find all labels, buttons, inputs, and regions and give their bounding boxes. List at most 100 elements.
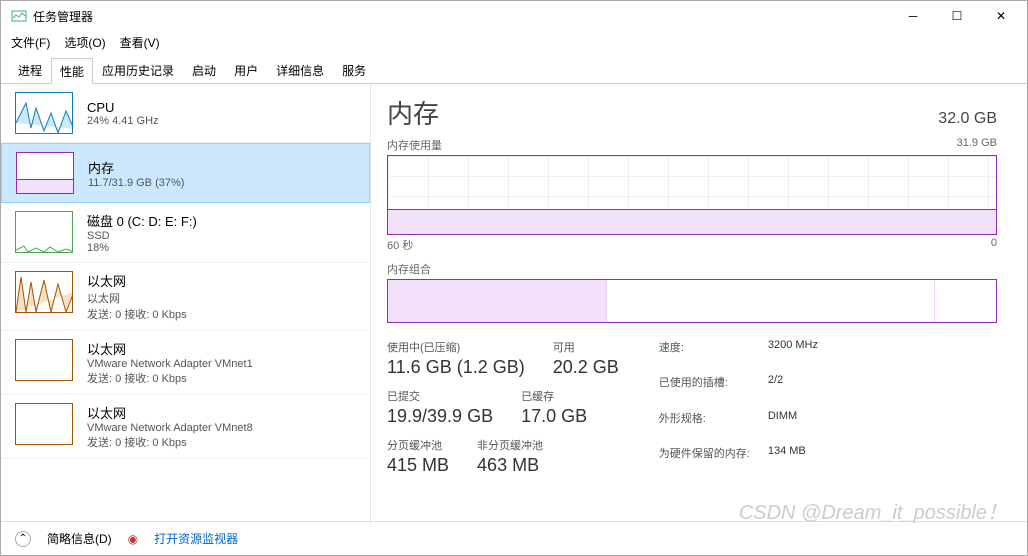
sidebar-item-label: 内存 — [88, 158, 184, 177]
sidebar[interactable]: CPU 24% 4.41 GHz 内存 11.7/31.9 GB (37%) 磁… — [1, 84, 371, 524]
reserved-label: 为硬件保留的内存: — [659, 445, 750, 476]
speed-label: 速度: — [659, 339, 750, 370]
tab-startup[interactable]: 启动 — [183, 57, 225, 83]
sidebar-item-label: CPU — [87, 100, 159, 115]
stats-left: 使用中(已压缩) 11.6 GB (1.2 GB) 可用 20.2 GB 已提交… — [387, 339, 619, 476]
tab-details[interactable]: 详细信息 — [267, 57, 333, 83]
sidebar-info: CPU 24% 4.41 GHz — [87, 92, 159, 134]
tab-performance[interactable]: 性能 — [51, 58, 93, 84]
x-left: 60 秒 — [387, 237, 413, 253]
close-button[interactable]: ✕ — [979, 1, 1023, 31]
nonpaged-label: 非分页缓冲池 — [477, 437, 543, 453]
avail-label: 可用 — [553, 339, 619, 355]
sidebar-item-sub: 以太网 — [87, 290, 187, 306]
sidebar-item-sub2: 18% — [87, 242, 197, 254]
nonpaged-value: 463 MB — [477, 455, 543, 476]
sidebar-info: 磁盘 0 (C: D: E: F:) SSD 18% — [87, 211, 197, 254]
cpu-thumb — [15, 92, 73, 134]
avail-value: 20.2 GB — [553, 357, 619, 378]
maximize-button[interactable]: ☐ — [935, 1, 979, 31]
window-controls: ─ ☐ ✕ — [891, 1, 1023, 31]
sidebar-item-ethernet-vmnet8[interactable]: 以太网 VMware Network Adapter VMnet8 发送: 0 … — [1, 395, 370, 459]
stats-area: 使用中(已压缩) 11.6 GB (1.2 GB) 可用 20.2 GB 已提交… — [387, 339, 997, 476]
eth-thumb — [15, 339, 73, 381]
detail-header: 内存 32.0 GB — [387, 94, 997, 131]
detail-title: 内存 — [387, 94, 439, 131]
monitor-icon: ◉ — [128, 532, 138, 546]
window-title: 任务管理器 — [33, 8, 891, 25]
chart-fill — [388, 209, 996, 234]
sidebar-item-label: 以太网 — [87, 339, 253, 358]
reserved-value: 134 MB — [768, 445, 818, 476]
sidebar-item-label: 以太网 — [87, 403, 253, 422]
sidebar-item-sub2: 发送: 0 接收: 0 Kbps — [87, 370, 253, 386]
chart-axis: 60 秒 0 — [387, 237, 997, 253]
paged-value: 415 MB — [387, 455, 449, 476]
usage-label: 内存使用量 — [387, 137, 442, 153]
sidebar-item-label: 以太网 — [87, 271, 187, 290]
chevron-icon[interactable]: ⌃ — [15, 531, 31, 547]
form-label: 外形规格: — [659, 410, 750, 441]
app-icon — [11, 8, 27, 24]
menu-options[interactable]: 选项(O) — [64, 34, 105, 51]
menu-view[interactable]: 查看(V) — [120, 34, 160, 51]
sidebar-item-sub: SSD — [87, 230, 197, 242]
sidebar-item-disk[interactable]: 磁盘 0 (C: D: E: F:) SSD 18% — [1, 203, 370, 263]
brief-info-link[interactable]: 简略信息(D) — [47, 530, 112, 547]
slots-value: 2/2 — [768, 374, 818, 405]
memory-usage-chart — [387, 155, 997, 235]
in-use-label: 使用中(已压缩) — [387, 339, 525, 355]
composition-label: 内存组合 — [387, 261, 431, 277]
detail-total: 32.0 GB — [938, 110, 997, 128]
sidebar-item-label: 磁盘 0 (C: D: E: F:) — [87, 211, 197, 230]
sidebar-item-ethernet[interactable]: 以太网 以太网 发送: 0 接收: 0 Kbps — [1, 263, 370, 331]
open-resource-monitor-link[interactable]: 打开资源监视器 — [154, 530, 238, 547]
content-area: CPU 24% 4.41 GHz 内存 11.7/31.9 GB (37%) 磁… — [1, 84, 1027, 524]
chart-top-labels: 内存使用量 31.9 GB — [387, 137, 997, 153]
memory-composition-chart — [387, 279, 997, 323]
disk-thumb — [15, 211, 73, 253]
sidebar-item-cpu[interactable]: CPU 24% 4.41 GHz — [1, 84, 370, 143]
eth-thumb — [15, 403, 73, 445]
comp-used — [388, 280, 607, 322]
stats-right: 速度: 3200 MHz 已使用的插槽: 2/2 外形规格: DIMM 为硬件保留的内… — [659, 339, 818, 476]
committed-value: 19.9/39.9 GB — [387, 406, 493, 427]
tab-processes[interactable]: 进程 — [9, 57, 51, 83]
bottombar: ⌃ 简略信息(D) ◉ 打开资源监视器 — [1, 521, 1027, 555]
sidebar-item-sub2: 发送: 0 接收: 0 Kbps — [87, 434, 253, 450]
detail-panel: 内存 32.0 GB 内存使用量 31.9 GB 60 秒 0 内存组合 — [371, 84, 1027, 524]
sidebar-item-sub: 24% 4.41 GHz — [87, 115, 159, 127]
sidebar-item-memory[interactable]: 内存 11.7/31.9 GB (37%) — [1, 143, 370, 203]
sidebar-item-sub: VMware Network Adapter VMnet8 — [87, 422, 253, 434]
form-value: DIMM — [768, 410, 818, 441]
minimize-button[interactable]: ─ — [891, 1, 935, 31]
speed-value: 3200 MHz — [768, 339, 818, 370]
cached-label: 已缓存 — [521, 388, 587, 404]
sidebar-item-sub: VMware Network Adapter VMnet1 — [87, 358, 253, 370]
menu-file[interactable]: 文件(F) — [11, 34, 50, 51]
sidebar-item-sub: 11.7/31.9 GB (37%) — [88, 177, 184, 189]
tab-app-history[interactable]: 应用历史记录 — [93, 57, 183, 83]
sidebar-info: 以太网 以太网 发送: 0 接收: 0 Kbps — [87, 271, 187, 322]
sidebar-item-ethernet-vmnet1[interactable]: 以太网 VMware Network Adapter VMnet1 发送: 0 … — [1, 331, 370, 395]
sidebar-info: 以太网 VMware Network Adapter VMnet8 发送: 0 … — [87, 403, 253, 450]
paged-label: 分页缓冲池 — [387, 437, 449, 453]
composition-label-row: 内存组合 — [387, 261, 997, 277]
memory-thumb — [16, 152, 74, 194]
usage-max: 31.9 GB — [957, 137, 997, 153]
tab-services[interactable]: 服务 — [333, 57, 375, 83]
eth-thumb — [15, 271, 73, 313]
sidebar-info: 内存 11.7/31.9 GB (37%) — [88, 152, 184, 194]
tabs: 进程 性能 应用历史记录 启动 用户 详细信息 服务 — [1, 53, 1027, 84]
in-use-value: 11.6 GB (1.2 GB) — [387, 357, 525, 378]
menubar: 文件(F) 选项(O) 查看(V) — [1, 31, 1027, 53]
sidebar-item-sub2: 发送: 0 接收: 0 Kbps — [87, 306, 187, 322]
comp-standby — [607, 280, 935, 322]
comp-free — [935, 280, 996, 322]
committed-label: 已提交 — [387, 388, 493, 404]
sidebar-info: 以太网 VMware Network Adapter VMnet1 发送: 0 … — [87, 339, 253, 386]
slots-label: 已使用的插槽: — [659, 374, 750, 405]
x-right: 0 — [991, 237, 997, 253]
tab-users[interactable]: 用户 — [225, 57, 267, 83]
titlebar: 任务管理器 ─ ☐ ✕ — [1, 1, 1027, 31]
